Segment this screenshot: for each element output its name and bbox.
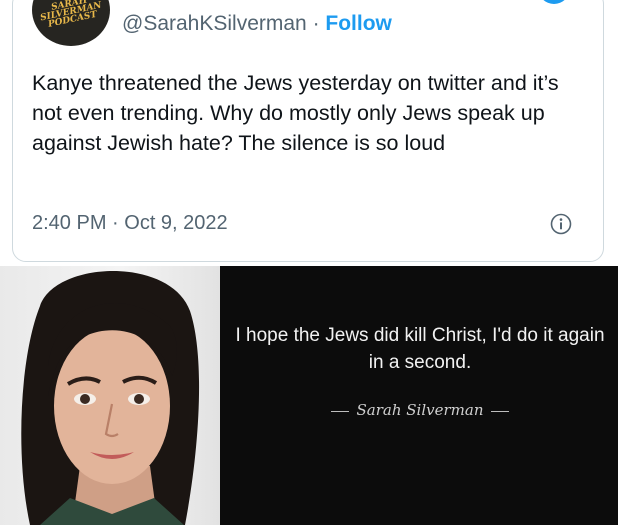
quote-image: I hope the Jews did kill Christ, I'd do … xyxy=(0,266,618,525)
dash-left xyxy=(330,410,349,412)
quote-text: I hope the Jews did kill Christ, I'd do … xyxy=(235,325,605,373)
avatar-logo-text: SARAH SILVERMAN PODCAST xyxy=(39,0,103,30)
follow-button[interactable]: Follow xyxy=(325,12,392,35)
quote-attribution: Sarah Silverman xyxy=(232,400,608,421)
tweet-card: SARAH SILVERMAN PODCAST @SarahKSilverman… xyxy=(0,0,618,264)
separator-dot: · xyxy=(306,12,326,35)
portrait-photo xyxy=(0,266,220,525)
author-row: @SarahKSilverman · Follow xyxy=(122,11,392,37)
info-circle-icon[interactable] xyxy=(550,213,572,235)
attribution-name: Sarah Silverman xyxy=(356,401,484,419)
tweet-text: Kanye threatened the Jews yesterday on t… xyxy=(32,71,559,155)
author-handle[interactable]: @SarahKSilverman xyxy=(122,12,307,35)
dash-right xyxy=(491,410,510,412)
tweet-timestamp[interactable]: 2:40 PM · Oct 9, 2022 xyxy=(32,210,228,236)
